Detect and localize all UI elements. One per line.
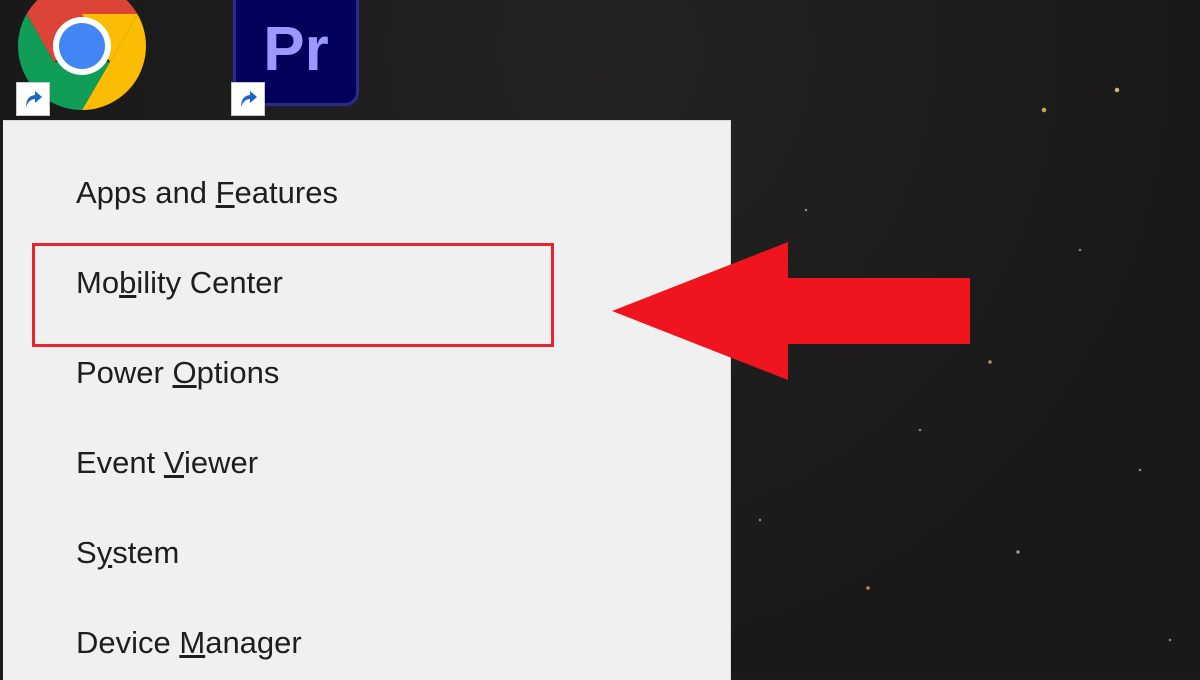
- shortcut-arrow-icon: [16, 82, 50, 116]
- menu-item-power-options[interactable]: Power Options: [76, 353, 279, 393]
- menu-item-system[interactable]: System: [76, 533, 179, 573]
- menu-item-label: System: [76, 535, 180, 570]
- menu-item-label: Device Manager: [76, 625, 302, 660]
- quick-link-menu: Apps and Features Mobility Center Power …: [3, 120, 731, 680]
- red-arrow-icon: [612, 242, 970, 380]
- menu-item-label: Event Viewer: [76, 445, 259, 480]
- menu-item-label: Power Options: [76, 355, 280, 390]
- menu-item-label: Apps and Features: [76, 175, 338, 210]
- menu-item-apps-and-features[interactable]: Apps and Features: [76, 173, 338, 213]
- premiere-pro-logo-text: Pr: [263, 14, 329, 84]
- shortcut-arrow-icon: [231, 82, 265, 116]
- menu-item-device-manager[interactable]: Device Manager: [76, 623, 302, 663]
- highlight-box: [32, 243, 554, 347]
- menu-item-event-viewer[interactable]: Event Viewer: [76, 443, 258, 483]
